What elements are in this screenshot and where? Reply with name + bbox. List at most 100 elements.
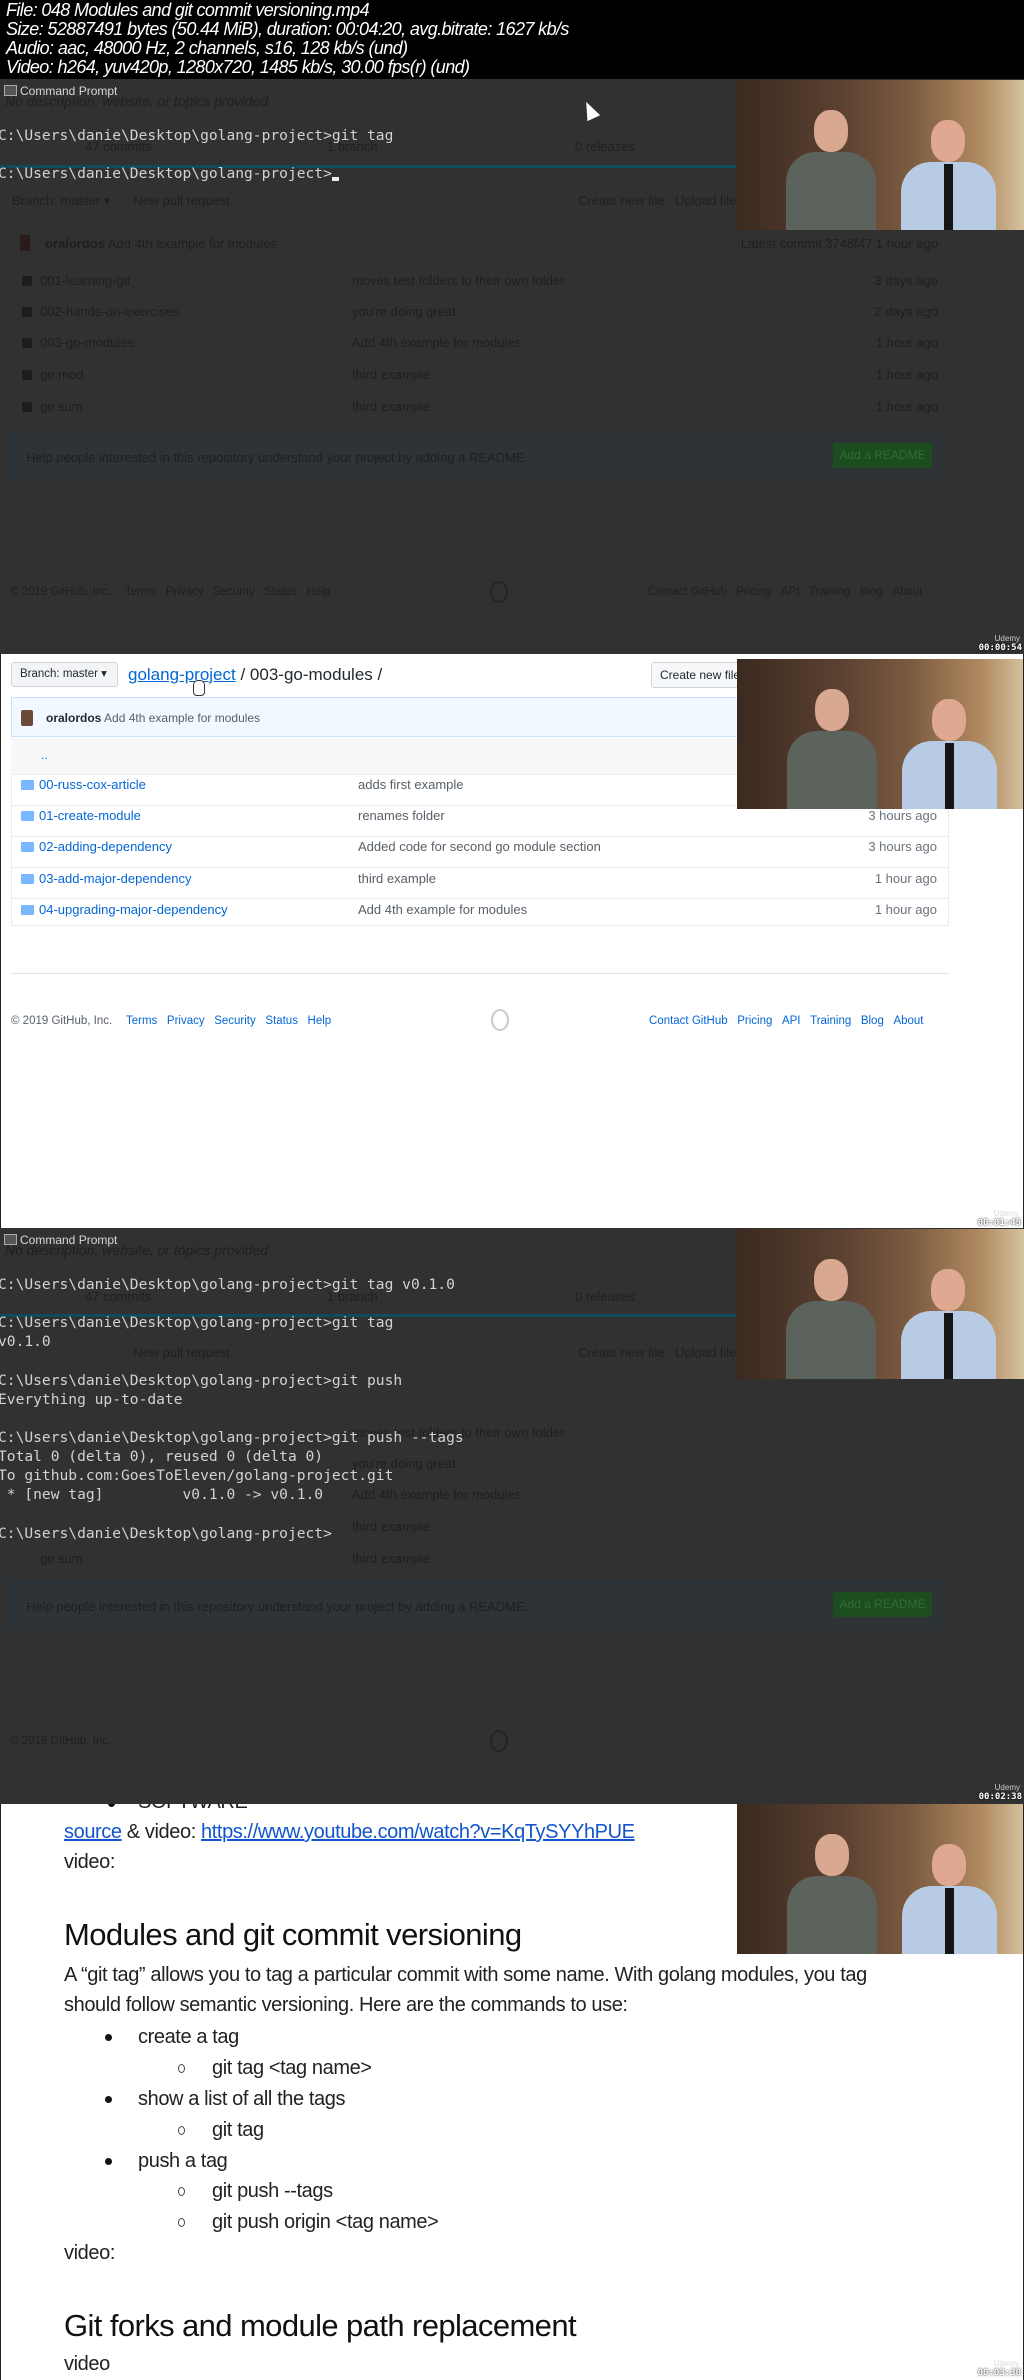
ghost-row-message: Add 4th example for modules [352, 335, 522, 350]
footer-link-blog[interactable]: Blog [861, 1015, 884, 1027]
commit-author[interactable]: oralordos [46, 711, 101, 725]
row-message[interactable]: adds first example [358, 777, 464, 792]
footer-right-links: Contact GitHub Pricing API Training Blog… [649, 1014, 924, 1028]
table-row[interactable] [11, 805, 949, 836]
footer-left-links: Terms Privacy Security Status Help [126, 1014, 331, 1028]
ghost-footer-link: About [892, 586, 923, 598]
footer-link-pricing[interactable]: Pricing [737, 1015, 772, 1027]
footer-link-status[interactable]: Status [265, 1015, 298, 1027]
command-prompt-icon [4, 1234, 17, 1245]
presenter-right [902, 1844, 997, 1954]
row-name-link[interactable]: 01-create-module [39, 808, 141, 823]
ghost-footer-copyright: © 2019 GitHub, Inc. [10, 586, 112, 598]
presenter-left [787, 689, 877, 809]
folder-icon [21, 905, 34, 915]
footer-link-terms[interactable]: Terms [126, 1015, 157, 1027]
footer-link-contact[interactable]: Contact GitHub [649, 1015, 728, 1027]
section-heading-2: Git forks and module path replacement [64, 2308, 577, 2343]
row-name-link[interactable]: 02-adding-dependency [39, 839, 172, 854]
ghost-releases: 0 releases [575, 1289, 635, 1304]
folder-icon [21, 780, 34, 790]
ghost-add-readme-button: Add a README [833, 1592, 932, 1617]
timestamp: 00:00:54 [978, 643, 1022, 653]
ghost-row-message: third example [352, 399, 431, 414]
sub-bullet-icon [178, 2187, 185, 2196]
ghost-create-new-file: Create new file [578, 1345, 665, 1360]
breadcrumb-repo-link[interactable]: golang-project [128, 665, 236, 684]
sub-bullet-item: git push --tags [212, 2180, 333, 2202]
commit-message[interactable]: Add 4th example for modules [104, 711, 260, 725]
author-avatar [21, 710, 33, 726]
ghost-row-age: 1 hour ago [875, 367, 938, 382]
bullet-icon [105, 2096, 112, 2103]
timestamp: 00:03:30 [977, 2368, 1021, 2378]
ghost-releases: 0 releases [575, 139, 635, 154]
terminal-line: v0.1.0 [0, 1333, 51, 1350]
footer-link-privacy[interactable]: Privacy [167, 1015, 205, 1027]
terminal-line[interactable]: C:\Users\danie\Desktop\golang-project> [0, 1524, 332, 1543]
terminal-line[interactable]: C:\Users\danie\Desktop\golang-project> [0, 164, 339, 183]
footer-link-about[interactable]: About [893, 1015, 923, 1027]
ghost-row-message: Add 4th example for modules [352, 1487, 522, 1502]
terminal-line: C:\Users\danie\Desktop\golang-project>gi… [0, 1276, 455, 1293]
terminal-prompt: C:\Users\danie\Desktop\golang-project> [0, 165, 332, 182]
row-name-link[interactable]: 03-add-major-dependency [39, 871, 191, 886]
breadcrumb: golang-project / 003-go-modules / [128, 664, 382, 686]
ghost-add-readme-button: Add a README [833, 443, 932, 468]
bullet-item: push a tag [138, 2150, 228, 2172]
row-message[interactable]: Add 4th example for modules [358, 902, 527, 917]
terminal-cursor [331, 177, 339, 181]
file-size: Size: 52887491 bytes (50.44 MiB), durati… [6, 19, 569, 39]
row-name-link[interactable]: 04-upgrading-major-dependency [39, 902, 228, 917]
branch-select-button[interactable]: Branch: master ▾ [11, 662, 118, 687]
ghost-branch-button: Branch: master ▾ [12, 193, 111, 208]
row-name-link[interactable]: 00-russ-cox-article [39, 777, 146, 792]
ghost-row-name: 001-learning-git [40, 273, 131, 288]
file-icon [22, 402, 32, 412]
watermark-logo: Udemy [994, 634, 1020, 643]
footer-link-training[interactable]: Training [810, 1015, 851, 1027]
command-prompt-icon [4, 85, 17, 96]
row-age: 1 hour ago [874, 871, 937, 886]
ghost-commit-author: oralordos [45, 236, 105, 251]
hand-cursor-icon [193, 680, 205, 696]
footer-link-help[interactable]: Help [308, 1015, 332, 1027]
ghost-readme-prompt: Help people interested in this repositor… [26, 450, 529, 465]
ghost-avatar [20, 235, 30, 251]
ghost-footer-link: Help [306, 586, 331, 598]
terminal-line: To github.com:GoesToEleven/golang-projec… [0, 1467, 394, 1484]
create-new-file-button[interactable]: Create new file [651, 662, 751, 688]
section-heading: Modules and git commit versioning [64, 1917, 522, 1952]
ghost-row-message: moves test folders to their own folder [352, 273, 565, 288]
source-link[interactable]: source [64, 1821, 122, 1843]
cut-bullet-text: SOFTWARE [138, 1804, 248, 1814]
file-name: File: 048 Modules and git commit version… [6, 0, 370, 20]
timestamp: 00:02:38 [978, 1792, 1022, 1802]
row-message[interactable]: Added code for second go module section [358, 839, 601, 854]
timestamp: 00:01:45 [977, 1218, 1021, 1228]
ghost-row-name: 002-hands-on-exercises [40, 304, 180, 319]
frame-3-command-prompt: No description, website, or topics provi… [0, 1228, 1024, 1804]
ghost-upload-files: Upload files [675, 1345, 743, 1360]
sub-bullet-icon [178, 2218, 185, 2227]
ghost-row-age: 1 hour ago [875, 335, 938, 350]
ghost-github-logo-icon [490, 581, 508, 603]
folder-icon [21, 842, 34, 852]
frame-2-github-folder: Branch: master ▾ golang-project / 003-go… [0, 654, 1024, 1230]
github-logo-icon[interactable] [491, 1009, 509, 1031]
ghost-footer-link: Contact GitHub [648, 586, 727, 598]
presenter-right [901, 120, 996, 230]
video-label: video [64, 2353, 110, 2375]
video-url-link[interactable]: https://www.youtube.com/watch?v=KqTySYYh… [201, 1821, 635, 1843]
folder-icon [22, 307, 32, 317]
ghost-row-age: 3 days ago [874, 273, 938, 288]
row-message[interactable]: renames folder [358, 808, 445, 823]
presenter-left [786, 110, 876, 230]
footer-link-api[interactable]: API [782, 1015, 801, 1027]
ghost-upload-files: Upload files [675, 193, 743, 208]
parent-dir-link[interactable]: .. [41, 748, 48, 762]
footer-link-security[interactable]: Security [214, 1015, 256, 1027]
sub-bullet-item: git tag <tag name> [212, 2057, 372, 2079]
sub-bullet-item: git tag [212, 2119, 264, 2141]
row-message[interactable]: third example [358, 871, 436, 886]
